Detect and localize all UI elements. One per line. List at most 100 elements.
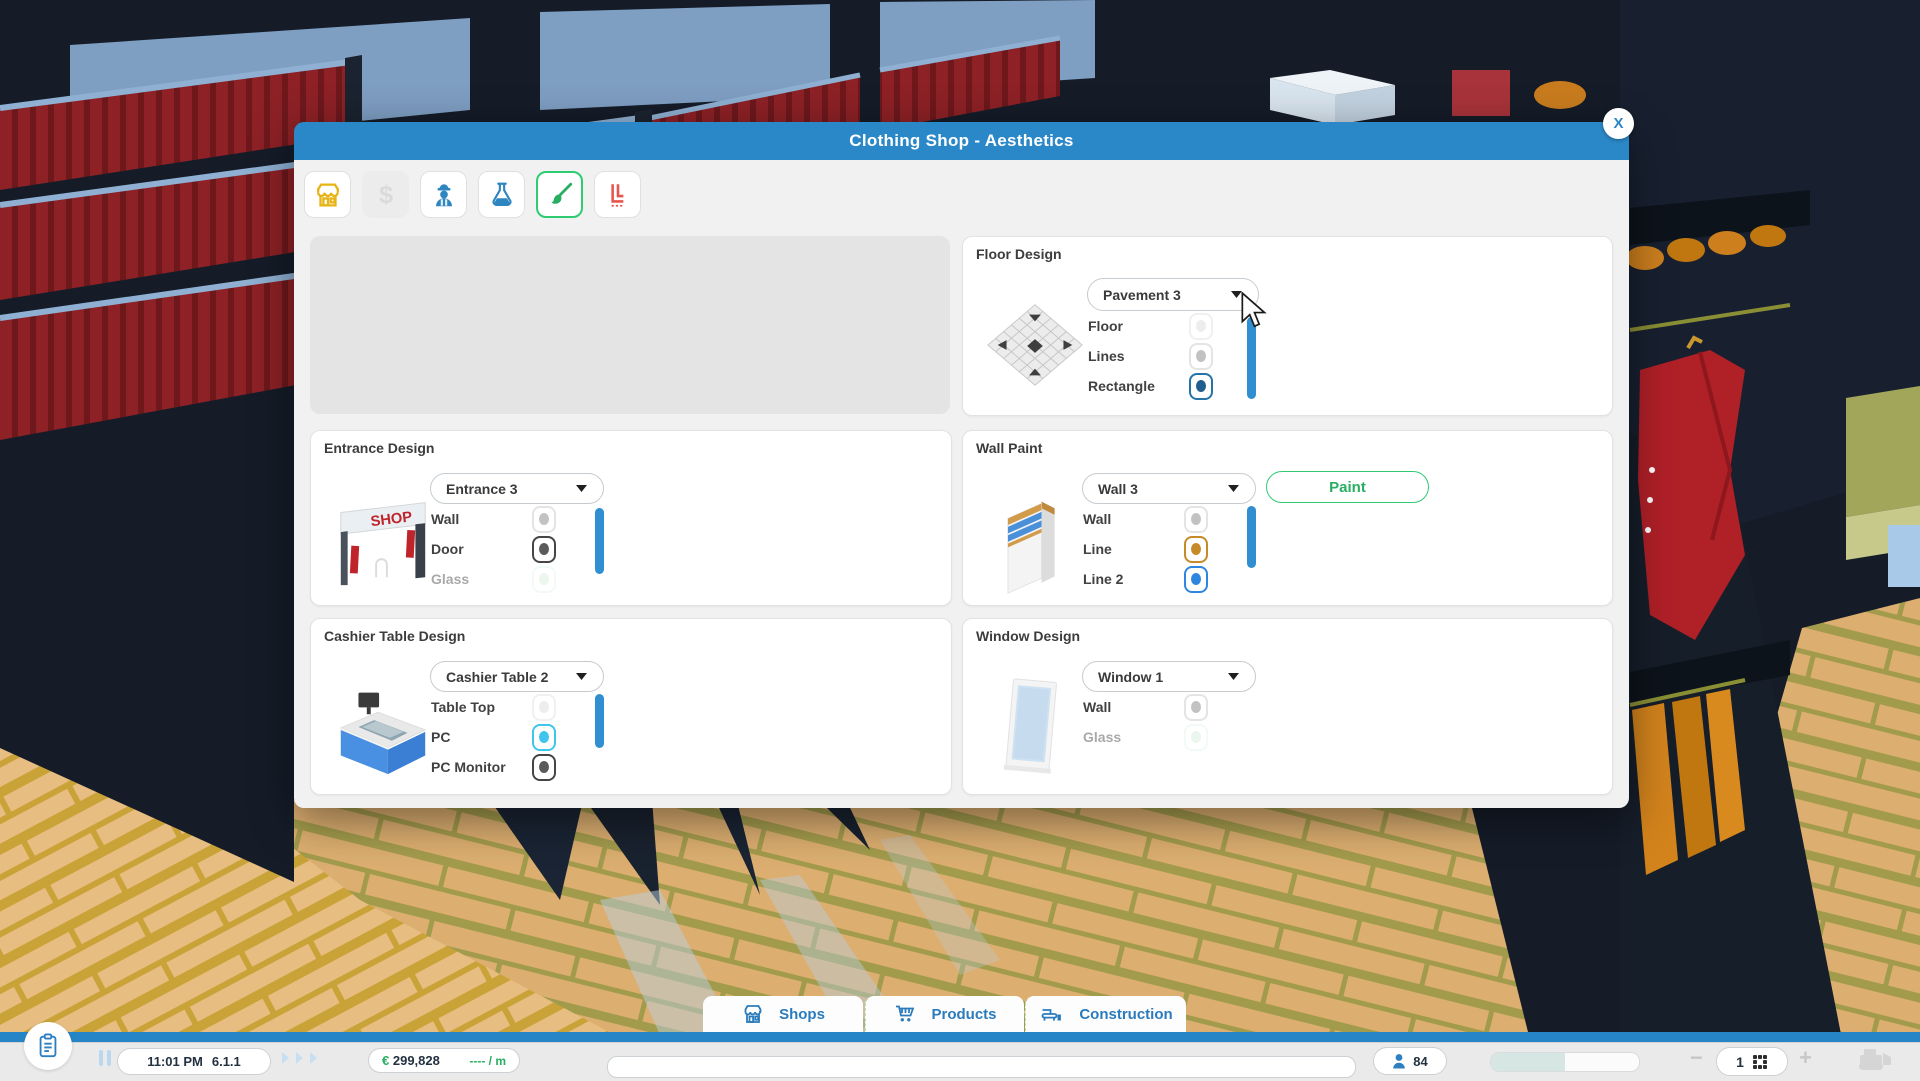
close-button[interactable]: X	[1603, 108, 1634, 139]
currency-symbol: €	[382, 1053, 389, 1068]
tab-shop[interactable]	[304, 171, 351, 218]
option-row: Wall	[1083, 504, 1208, 534]
option-label: Wall	[431, 511, 532, 527]
clothing-shop-dialog: Clothing Shop - Aesthetics X $	[294, 122, 1629, 808]
paint-brush-icon	[545, 180, 575, 210]
tab-staff[interactable]	[420, 171, 467, 218]
research-flask-icon	[487, 180, 517, 210]
bottom-accent-strip	[0, 1032, 1920, 1042]
game-date: 6.1.1	[212, 1054, 241, 1069]
tab-label: Construction	[1079, 1006, 1172, 1023]
svg-text:$: $	[378, 181, 392, 209]
clipboard-icon	[35, 1032, 61, 1060]
zoom-slider[interactable]	[1490, 1052, 1640, 1072]
dropdown-value: Entrance 3	[446, 481, 518, 497]
option-label: Glass	[431, 571, 532, 587]
option-label: PC	[431, 729, 532, 745]
color-swatch[interactable]	[1184, 566, 1208, 593]
cashier-table-icon	[329, 671, 437, 783]
color-swatch[interactable]	[1189, 373, 1213, 400]
color-swatch[interactable]	[532, 506, 556, 533]
tab-products[interactable]: Products	[865, 996, 1024, 1032]
color-swatch[interactable]	[1184, 694, 1208, 721]
tasks-button[interactable]	[24, 1022, 72, 1070]
option-row: Glass	[431, 564, 556, 594]
person-icon	[1392, 1053, 1406, 1069]
bottom-tab-bar: Shops Products Construction	[0, 996, 1920, 1032]
chevron-down-icon	[575, 484, 588, 493]
dialog-title: Clothing Shop - Aesthetics	[294, 122, 1629, 160]
shop-icon	[741, 1002, 765, 1026]
panel-cashier-table-design: Cashier Table Design Cashier Table 2 Tab…	[310, 618, 952, 795]
floor-style-dropdown[interactable]: Pavement 3	[1087, 278, 1259, 311]
option-row: Wall	[431, 504, 556, 534]
population-count: 84	[1413, 1054, 1427, 1069]
fast-forward-icon[interactable]	[280, 1052, 320, 1064]
panel-floor-design: Floor Design Pavement 3 Floor	[962, 236, 1613, 416]
dropdown-value: Wall 3	[1098, 481, 1138, 497]
tab-research[interactable]	[478, 171, 525, 218]
floor-down-button[interactable]: −	[1690, 1045, 1703, 1071]
money-amount: 299,828	[393, 1053, 440, 1068]
entrance-style-dropdown[interactable]: Entrance 3	[430, 473, 604, 504]
tab-construction[interactable]: Construction	[1025, 996, 1186, 1032]
color-swatch[interactable]	[532, 694, 556, 721]
pause-icon[interactable]	[99, 1050, 111, 1066]
window-style-dropdown[interactable]: Window 1	[1082, 661, 1256, 692]
preview-area	[310, 236, 950, 414]
color-swatch[interactable]	[1184, 724, 1208, 751]
option-label: Door	[431, 541, 532, 557]
option-label: Line 2	[1083, 571, 1184, 587]
option-row: Line 2	[1083, 564, 1208, 594]
money-rate: ---- / m	[469, 1054, 506, 1068]
floor-level-display[interactable]: 1	[1716, 1047, 1788, 1076]
paint-button[interactable]: Paint	[1266, 471, 1429, 503]
option-label: Wall	[1083, 699, 1184, 715]
blueprint-ruler-icon	[603, 180, 633, 210]
option-label: Glass	[1083, 729, 1184, 745]
panel-title: Window Design	[976, 628, 1080, 644]
color-swatch[interactable]	[1189, 343, 1213, 370]
panel-title: Wall Paint	[976, 440, 1042, 456]
option-row: Lines	[1088, 341, 1213, 371]
wall-style-dropdown[interactable]: Wall 3	[1082, 473, 1256, 504]
color-scrollbar[interactable]	[595, 508, 604, 574]
color-scrollbar[interactable]	[1247, 506, 1256, 568]
option-row: Rectangle	[1088, 371, 1213, 401]
color-swatch[interactable]	[1189, 313, 1213, 340]
wall-sample-icon	[981, 483, 1089, 595]
option-row: Glass	[1083, 722, 1208, 752]
floor-level: 1	[1736, 1054, 1744, 1070]
finance-icon: $	[371, 180, 401, 210]
tab-aesthetics[interactable]	[536, 171, 583, 218]
color-scrollbar[interactable]	[595, 694, 604, 748]
option-label: Lines	[1088, 348, 1189, 364]
chevron-down-icon	[575, 672, 588, 681]
floor-up-button[interactable]: +	[1799, 1045, 1812, 1071]
construction-icon	[1039, 1002, 1065, 1026]
tab-finances[interactable]: $	[362, 171, 409, 218]
floor-tile-icon	[981, 289, 1089, 401]
bulldozer-icon[interactable]	[1852, 1045, 1896, 1080]
chevron-down-icon	[1227, 672, 1240, 681]
population-counter[interactable]: 84	[1373, 1047, 1447, 1075]
color-swatch[interactable]	[532, 724, 556, 751]
tab-blueprint[interactable]	[594, 171, 641, 218]
time-display[interactable]: 11:01 PM 6.1.1	[117, 1048, 271, 1075]
cashier-style-dropdown[interactable]: Cashier Table 2	[430, 661, 604, 692]
color-swatch[interactable]	[532, 566, 556, 593]
option-label: Wall	[1083, 511, 1184, 527]
shop-entrance-icon: SHOP	[329, 483, 437, 595]
color-swatch[interactable]	[532, 536, 556, 563]
zoom-slider-fill	[1491, 1053, 1565, 1071]
color-swatch[interactable]	[1184, 536, 1208, 563]
option-row: Line	[1083, 534, 1208, 564]
staff-icon	[429, 180, 459, 210]
money-display[interactable]: € 299,828 ---- / m	[368, 1048, 520, 1073]
shop-icon	[313, 180, 343, 210]
chevron-down-icon	[1227, 484, 1240, 493]
color-swatch[interactable]	[1184, 506, 1208, 533]
tab-shops[interactable]: Shops	[703, 996, 863, 1032]
dropdown-value: Window 1	[1098, 669, 1163, 685]
color-swatch[interactable]	[532, 754, 556, 781]
